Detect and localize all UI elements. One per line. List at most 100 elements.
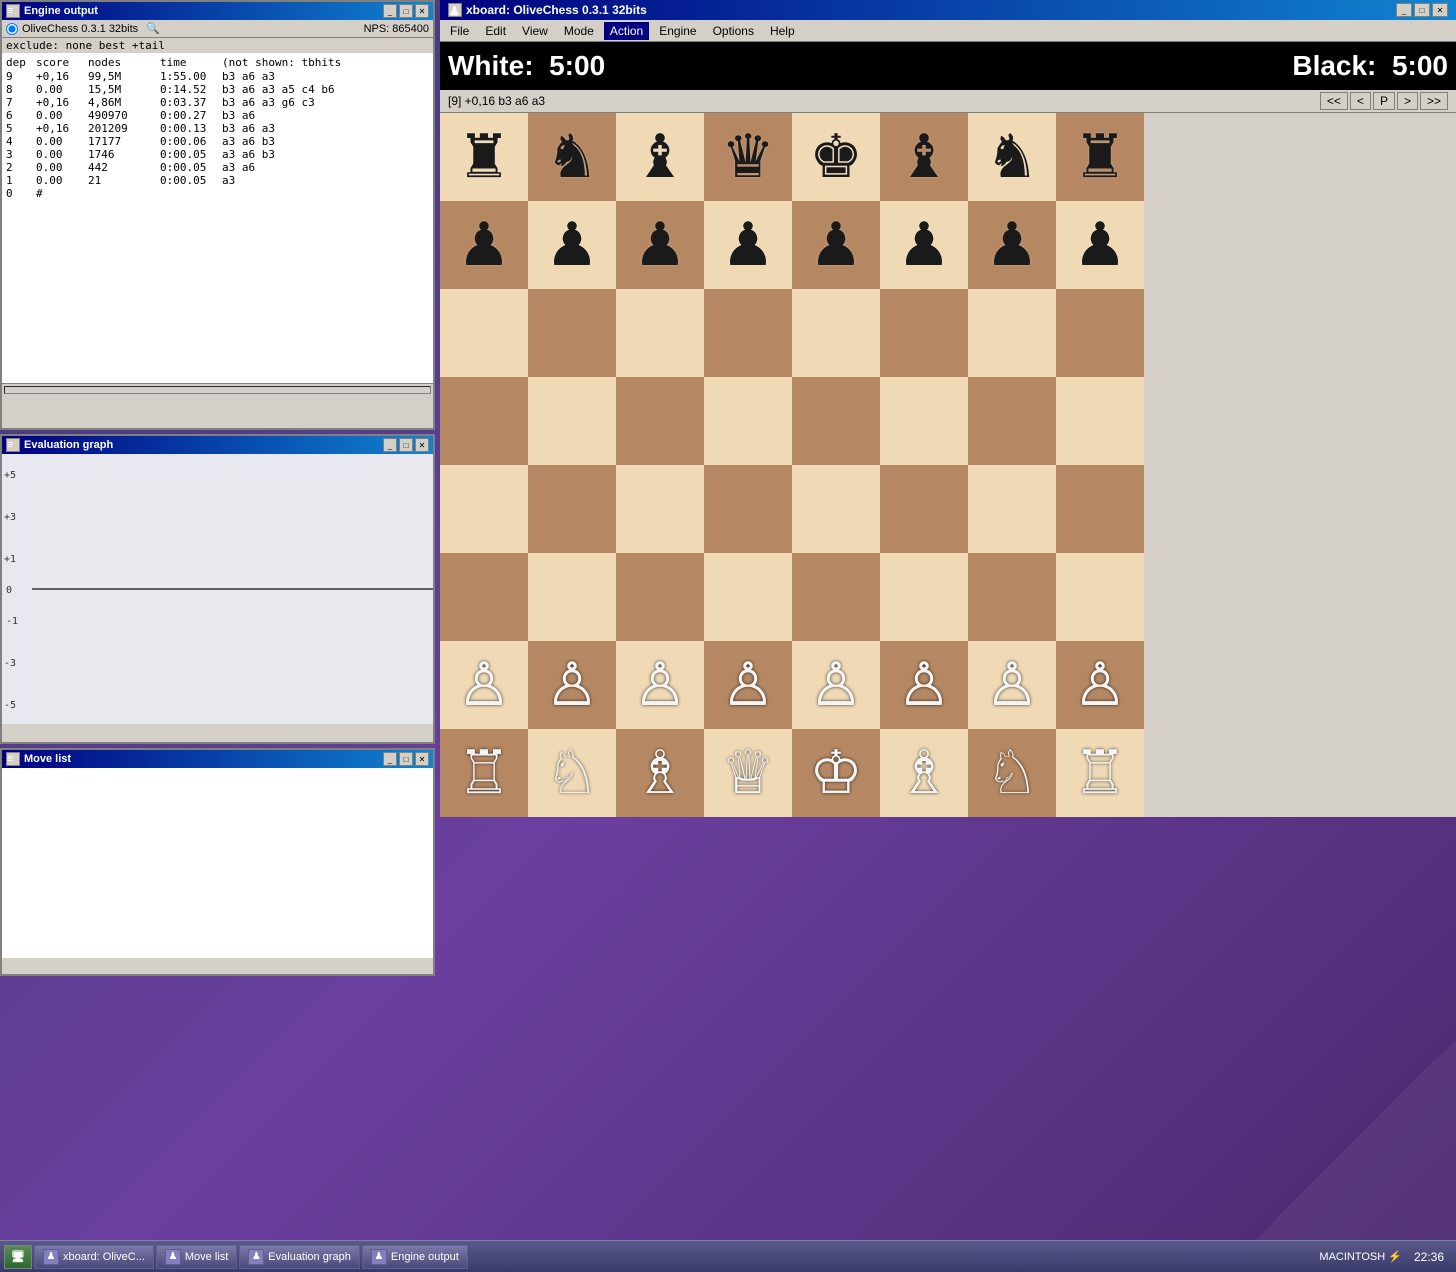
start-button[interactable]: 🖥 [4,1245,32,1269]
taskbar-item-xboard[interactable]: ♟ xboard: OliveC... [34,1245,154,1269]
chess-square[interactable] [440,289,528,377]
move-close-button[interactable]: ✕ [415,752,429,766]
chess-square[interactable] [440,465,528,553]
chess-square[interactable] [528,377,616,465]
chess-square[interactable] [616,289,704,377]
chess-square[interactable] [528,289,616,377]
chess-square[interactable]: ♟ [440,201,528,289]
menu-options[interactable]: Options [707,22,760,40]
nav-next-button[interactable]: > [1397,92,1418,110]
chess-square[interactable]: ♙ [968,641,1056,729]
chess-square[interactable]: ♟ [880,201,968,289]
chess-square[interactable]: ♝ [616,113,704,201]
chess-square[interactable] [704,553,792,641]
engine-scrollbar[interactable] [2,383,433,395]
chess-square[interactable] [704,465,792,553]
xboard-maximize-button[interactable]: □ [1414,3,1430,17]
chess-square[interactable]: ♛ [704,113,792,201]
chess-square[interactable] [704,377,792,465]
menu-mode[interactable]: Mode [558,22,600,40]
chess-square[interactable] [968,465,1056,553]
chess-square[interactable]: ♜ [440,113,528,201]
chess-square[interactable] [616,465,704,553]
chess-square[interactable]: ♞ [968,113,1056,201]
menu-engine[interactable]: Engine [653,22,702,40]
chess-square[interactable]: ♟ [1056,201,1144,289]
chess-square[interactable]: ♙ [704,641,792,729]
menu-view[interactable]: View [516,22,554,40]
chess-square[interactable] [792,553,880,641]
nav-pause-button[interactable]: P [1373,92,1395,110]
nav-prev-button[interactable]: < [1350,92,1371,110]
black-piece: ♟ [633,215,687,275]
chess-square[interactable]: ♙ [1056,641,1144,729]
chess-board[interactable]: ♜♞♝♛♚♝♞♜♟♟♟♟♟♟♟♟♙♙♙♙♙♙♙♙♖♘♗♕♔♗♘♖ [440,113,1144,817]
chess-square[interactable]: ♖ [440,729,528,817]
chess-square[interactable] [1056,553,1144,641]
scrollbar-track[interactable] [4,386,431,394]
chess-square[interactable]: ♔ [792,729,880,817]
chess-square[interactable]: ♘ [528,729,616,817]
menu-action[interactable]: Action [604,22,649,40]
taskbar-item-engineout[interactable]: ♟ Engine output [362,1245,468,1269]
maximize-button[interactable]: □ [399,4,413,18]
chess-square[interactable] [616,377,704,465]
chess-square[interactable]: ♙ [440,641,528,729]
taskbar-item-movelist[interactable]: ♟ Move list [156,1245,237,1269]
minimize-button[interactable]: _ [383,4,397,18]
taskbar-item-evalgraph[interactable]: ♟ Evaluation graph [239,1245,360,1269]
chess-square[interactable]: ♙ [616,641,704,729]
chess-square[interactable]: ♟ [704,201,792,289]
chess-square[interactable]: ♞ [528,113,616,201]
chess-square[interactable]: ♕ [704,729,792,817]
chess-square[interactable] [704,289,792,377]
eval-graph-title: Evaluation graph [24,439,113,451]
nav-start-button[interactable]: << [1320,92,1348,110]
move-maximize-button[interactable]: □ [399,752,413,766]
move-minimize-button[interactable]: _ [383,752,397,766]
chess-square[interactable]: ♜ [1056,113,1144,201]
menu-file[interactable]: File [444,22,475,40]
chess-square[interactable]: ♟ [968,201,1056,289]
chess-square[interactable]: ♟ [792,201,880,289]
xboard-minimize-button[interactable]: _ [1396,3,1412,17]
chess-square[interactable] [528,465,616,553]
eval-close-button[interactable]: ✕ [415,438,429,452]
chess-square[interactable]: ♗ [880,729,968,817]
xboard-close-button[interactable]: ✕ [1432,3,1448,17]
chess-square[interactable]: ♙ [880,641,968,729]
chess-square[interactable] [792,289,880,377]
chess-square[interactable] [616,553,704,641]
chess-square[interactable] [792,377,880,465]
chess-square[interactable]: ♟ [616,201,704,289]
close-button[interactable]: ✕ [415,4,429,18]
menu-edit[interactable]: Edit [479,22,512,40]
eval-minimize-button[interactable]: _ [383,438,397,452]
chess-square[interactable]: ♝ [880,113,968,201]
chess-square[interactable]: ♗ [616,729,704,817]
chess-square[interactable] [440,377,528,465]
chess-square[interactable] [1056,465,1144,553]
chess-square[interactable] [880,465,968,553]
chess-square[interactable] [968,553,1056,641]
eval-maximize-button[interactable]: □ [399,438,413,452]
chess-square[interactable] [528,553,616,641]
chess-square[interactable] [1056,289,1144,377]
chess-square[interactable] [792,465,880,553]
nav-end-button[interactable]: >> [1420,92,1448,110]
chess-square[interactable] [968,289,1056,377]
engine-radio[interactable] [6,23,18,35]
chess-square[interactable]: ♚ [792,113,880,201]
chess-square[interactable]: ♟ [528,201,616,289]
menu-help[interactable]: Help [764,22,801,40]
chess-square[interactable] [1056,377,1144,465]
chess-square[interactable] [880,377,968,465]
chess-square[interactable]: ♙ [528,641,616,729]
chess-square[interactable]: ♖ [1056,729,1144,817]
chess-square[interactable] [440,553,528,641]
chess-square[interactable]: ♘ [968,729,1056,817]
chess-square[interactable]: ♙ [792,641,880,729]
chess-square[interactable] [880,289,968,377]
chess-square[interactable] [880,553,968,641]
chess-square[interactable] [968,377,1056,465]
